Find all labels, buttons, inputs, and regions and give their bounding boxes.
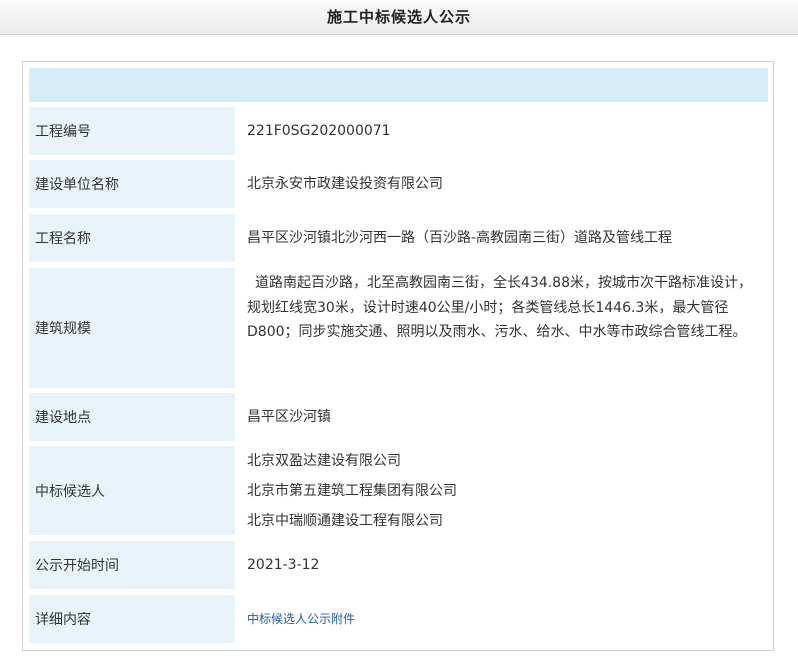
candidates-list: 北京双盈达建设有限公司 北京市第五建筑工程集团有限公司 北京中瑞顺通建设工程有限… xyxy=(238,446,768,535)
start-time-label: 公示开始时间 xyxy=(29,541,235,589)
candidate-item: 北京双盈达建设有限公司 xyxy=(247,452,401,469)
project-name-value: 昌平区沙河镇北沙河西一路（百沙路-高教园南三街）道路及管线工程 xyxy=(238,214,768,262)
table-header-bar xyxy=(29,68,768,102)
details-value: 中标候选人公示附件 xyxy=(238,595,768,643)
row-builder-unit: 建设单位名称 北京永安市政建设投资有限公司 xyxy=(29,160,768,208)
candidate-item: 北京中瑞顺通建设工程有限公司 xyxy=(247,512,443,529)
row-scale: 建筑规模 道路南起百沙路，北至高教园南三街，全长434.88米，按城市次干路标准… xyxy=(29,268,768,388)
candidates-label: 中标候选人 xyxy=(29,446,235,535)
row-candidates: 中标候选人 北京双盈达建设有限公司 北京市第五建筑工程集团有限公司 北京中瑞顺通… xyxy=(29,446,768,535)
details-label: 详细内容 xyxy=(29,595,235,643)
row-start-time: 公示开始时间 2021-3-12 xyxy=(29,541,768,589)
page-title: 施工中标候选人公示 xyxy=(0,0,798,35)
location-label: 建设地点 xyxy=(29,393,235,441)
start-time-value: 2021-3-12 xyxy=(238,541,768,589)
announcement-table: 工程编号 221F0SG202000071 建设单位名称 北京永安市政建设投资有… xyxy=(22,61,774,651)
project-no-value: 221F0SG202000071 xyxy=(238,107,768,155)
row-project-name: 工程名称 昌平区沙河镇北沙河西一路（百沙路-高教园南三街）道路及管线工程 xyxy=(29,214,768,262)
location-value: 昌平区沙河镇 xyxy=(238,393,768,441)
builder-unit-label: 建设单位名称 xyxy=(29,160,235,208)
project-name-label: 工程名称 xyxy=(29,214,235,262)
scale-value: 道路南起百沙路，北至高教园南三街，全长434.88米，按城市次干路标准设计，规划… xyxy=(238,268,768,388)
row-location: 建设地点 昌平区沙河镇 xyxy=(29,393,768,441)
builder-unit-value: 北京永安市政建设投资有限公司 xyxy=(238,160,768,208)
row-project-no: 工程编号 221F0SG202000071 xyxy=(29,107,768,155)
attachment-link[interactable]: 中标候选人公示附件 xyxy=(247,608,355,630)
candidate-item: 北京市第五建筑工程集团有限公司 xyxy=(247,482,457,499)
project-no-label: 工程编号 xyxy=(29,107,235,155)
scale-label: 建筑规模 xyxy=(29,268,235,388)
row-details: 详细内容 中标候选人公示附件 xyxy=(29,595,768,643)
